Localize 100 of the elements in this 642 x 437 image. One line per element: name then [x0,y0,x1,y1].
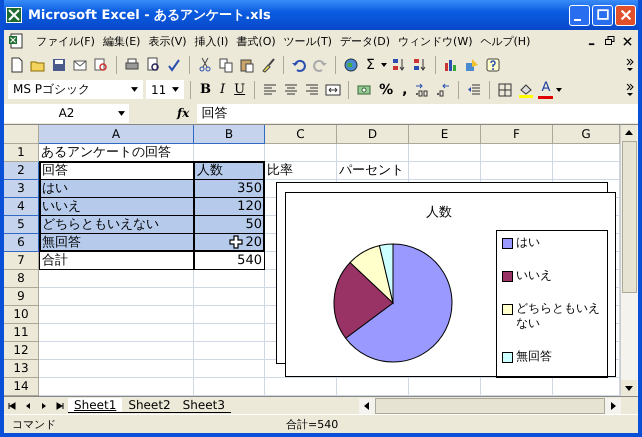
scroll-up-icon[interactable] [621,125,637,141]
table-cell[interactable] [265,378,337,396]
merge-cells-icon[interactable] [325,82,342,98]
sheet-tab[interactable]: Sheet2 [122,398,177,413]
maximize-button[interactable] [592,4,613,26]
table-cell[interactable] [409,162,481,180]
table-cell[interactable] [194,378,265,396]
row-header[interactable]: 5 [4,216,39,234]
sheet-tab[interactable]: Sheet3 [176,398,231,413]
help-icon[interactable] [484,56,501,72]
new-document-icon[interactable] [9,56,25,72]
table-cell[interactable]: 50 [194,216,265,234]
table-cell[interactable] [194,360,265,378]
paintbrush-icon[interactable] [260,56,276,72]
restore-icon[interactable] [605,36,615,46]
table-cell[interactable]: 540 [194,252,265,270]
scissors-icon[interactable] [197,56,213,72]
sort-ascending-icon[interactable] [390,56,407,72]
sheet-tab[interactable]: Sheet1 [68,398,122,413]
column-header[interactable]: E [409,125,481,144]
font-color-button[interactable]: A [538,80,554,99]
minimize-button[interactable] [569,4,590,26]
drawing-icon[interactable] [464,56,480,72]
close-button[interactable] [615,4,636,26]
table-cell[interactable] [39,306,194,324]
menu-item[interactable]: 表示(V) [144,34,191,48]
row-header[interactable]: 6 [4,234,39,252]
scroll-down-icon[interactable] [621,380,637,396]
caret-icon[interactable] [380,62,387,66]
table-cell[interactable] [194,270,265,288]
name-box[interactable]: A2 [4,104,129,122]
table-cell[interactable] [481,144,553,162]
table-cell[interactable] [194,306,265,324]
text-style-button[interactable]: B [197,80,214,100]
row-header[interactable]: 7 [4,252,39,270]
fill-color-icon[interactable] [518,82,534,98]
text-style-button[interactable]: U [231,80,248,100]
decrease-decimal-icon[interactable] [435,82,452,98]
menu-item[interactable]: 編集(E) [98,34,144,48]
row-header[interactable]: 10 [4,306,39,324]
number-format-button[interactable]: , [399,80,410,100]
printer-icon[interactable] [124,56,140,72]
align-right-icon[interactable] [304,82,320,98]
row-header[interactable]: 3 [4,180,39,198]
align-center-icon[interactable] [283,82,300,98]
font-size-dropdown[interactable]: 11 [146,80,184,99]
table-cell[interactable]: パーセント [337,162,409,180]
table-cell[interactable] [194,288,265,306]
table-cell[interactable] [481,162,553,180]
table-cell[interactable] [39,378,194,396]
table-cell[interactable]: はい [39,180,194,198]
column-header[interactable]: G [553,125,620,144]
table-cell[interactable] [39,324,194,342]
clipboard-icon[interactable] [239,56,255,72]
borders-icon[interactable] [497,82,514,98]
menu-item[interactable]: ウィンドウ(W) [394,34,476,48]
text-style-button[interactable]: I [217,80,228,100]
decrease-indent-icon[interactable] [466,82,482,98]
sort-descending-icon[interactable] [412,56,428,72]
table-cell[interactable] [39,270,194,288]
number-format-button[interactable]: % [376,80,396,100]
table-cell[interactable]: 合計 [39,252,194,270]
table-cell[interactable]: 比率 [265,162,337,180]
table-cell[interactable]: 350 [194,180,265,198]
last-sheet-icon[interactable] [55,400,65,410]
table-cell[interactable]: いいえ [39,198,194,216]
chevron-icon[interactable] [626,58,634,72]
table-cell[interactable] [337,378,409,396]
row-header[interactable]: 12 [4,342,39,360]
workbook-icon[interactable] [8,33,24,49]
row-header[interactable]: 4 [4,198,39,216]
menu-item[interactable]: ヘルプ(H) [476,34,534,48]
scroll-thumb[interactable] [622,141,637,293]
pie-chart[interactable]: 人数 はい いいえ どちらともいえない 無回答 [285,192,616,377]
formula-field[interactable]: 回答 [197,104,638,122]
table-cell[interactable]: 人数 [194,162,265,180]
row-header[interactable]: 9 [4,288,39,306]
checkmark-icon[interactable] [166,56,182,72]
row-header[interactable]: 14 [4,378,39,396]
column-header[interactable]: C [265,125,337,144]
table-cell[interactable] [409,144,481,162]
menu-item[interactable]: ファイル(F) [32,34,99,48]
table-cell[interactable]: 120 [194,198,265,216]
magnifier-icon[interactable] [93,56,109,72]
column-header[interactable]: D [337,125,409,144]
table-cell[interactable] [194,342,265,360]
font-name-dropdown[interactable]: MS Pゴシック [8,80,143,99]
row-header[interactable]: 2 [4,162,39,180]
caret-icon[interactable] [556,88,562,92]
globe-icon[interactable] [343,56,359,72]
table-cell[interactable] [265,144,337,162]
chevron-icon[interactable] [626,82,634,96]
increase-decimal-icon[interactable] [414,82,430,98]
table-cell[interactable] [39,360,194,378]
row-header[interactable]: 11 [4,324,39,342]
table-cell[interactable] [194,324,265,342]
close-icon[interactable] [623,36,632,46]
menu-item[interactable]: 書式(O) [232,34,280,48]
table-cell[interactable] [481,378,553,396]
column-header[interactable]: B [194,125,265,144]
